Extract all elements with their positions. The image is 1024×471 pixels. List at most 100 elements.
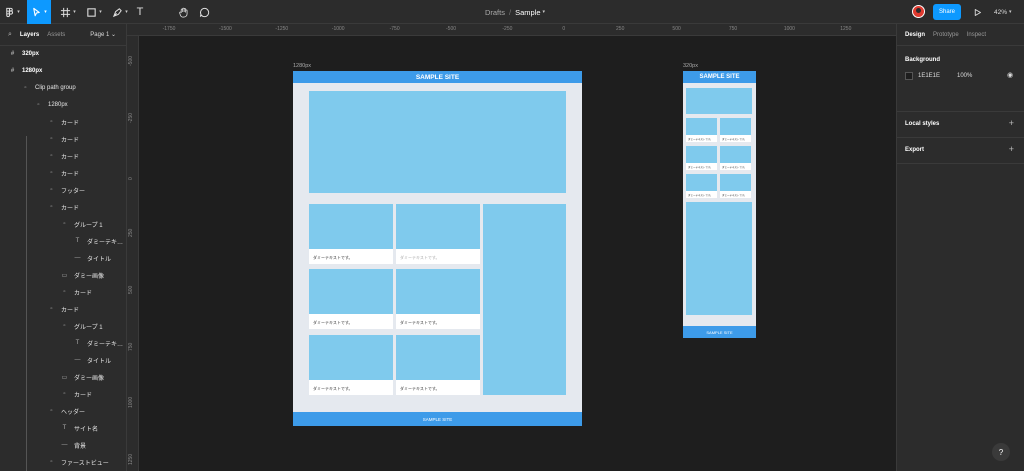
layer-label: カード xyxy=(61,154,80,161)
help-button[interactable]: ? xyxy=(992,443,1010,461)
eye-icon[interactable]: ◉ xyxy=(1007,71,1013,79)
sidebar-block[interactable] xyxy=(686,202,752,315)
card[interactable]: ダミーテキストです。 xyxy=(720,118,751,142)
layer-row[interactable]: ▭ ダミー画像 xyxy=(60,267,104,283)
site-footer[interactable]: SAMPLE SITE xyxy=(683,326,756,338)
group-icon: ▫ xyxy=(50,187,53,193)
ruler-tick-label: 500 xyxy=(672,26,681,32)
layer-row[interactable]: ▫ カード xyxy=(47,301,79,317)
pen-tool-button[interactable]: ▾ xyxy=(108,0,132,24)
group-icon: ▫ xyxy=(63,289,66,295)
layer-row[interactable]: #320px xyxy=(8,46,39,62)
breadcrumb-drafts[interactable]: Drafts xyxy=(485,8,505,17)
tab-layers[interactable]: Layers xyxy=(20,32,39,38)
sidebar-block[interactable] xyxy=(483,204,566,395)
frame-tool-button[interactable]: ▾ xyxy=(56,0,80,24)
frame-icon: # xyxy=(10,68,15,74)
layer-label: グループ 1 xyxy=(74,324,103,331)
site-footer[interactable]: SAMPLE SITE xyxy=(293,412,582,426)
card[interactable]: ダミーテキストです。 xyxy=(309,335,393,395)
chevron-down-icon: ▾ xyxy=(125,9,128,15)
layer-row[interactable]: ▫ カード xyxy=(47,148,79,164)
layer-row[interactable]: T ダミーテキ… xyxy=(73,335,123,351)
layer-label: ダミーテキ… xyxy=(87,239,124,246)
layer-row[interactable]: ▫ グループ 1 xyxy=(60,216,102,232)
file-name[interactable]: Sample xyxy=(515,8,540,17)
background-opacity-field[interactable]: 100% xyxy=(957,73,972,79)
background-hex-field[interactable]: 1E1E1E xyxy=(918,73,940,79)
card[interactable]: ダミーテキストです。 xyxy=(686,118,717,142)
card[interactable]: ダミーテキストです。 xyxy=(720,174,751,198)
tab-assets[interactable]: Assets xyxy=(47,32,65,38)
search-icon[interactable]: ⌕ xyxy=(8,31,12,39)
first-view-image[interactable] xyxy=(686,88,752,114)
layer-row[interactable]: ▫ カード xyxy=(47,199,79,215)
dummy-image xyxy=(720,174,751,191)
move-tool-button[interactable]: ▾ xyxy=(27,0,51,24)
page-selector[interactable]: Page 1 ⌄ xyxy=(90,31,116,38)
ruler-tick-label: -500 xyxy=(128,55,134,66)
site-header[interactable]: SAMPLE SITE xyxy=(293,71,582,83)
chevron-down-icon[interactable]: ▾ xyxy=(543,9,546,15)
hand-tool-button[interactable] xyxy=(176,0,190,24)
card[interactable]: ダミーテキストです。 xyxy=(396,269,480,329)
background-swatch[interactable] xyxy=(905,72,913,80)
frame-icon xyxy=(61,7,71,17)
layer-row[interactable]: ▫ カード xyxy=(47,114,79,130)
user-avatar[interactable] xyxy=(912,5,925,18)
layer-row[interactable]: ▫ カード xyxy=(60,284,92,300)
frame-320[interactable]: SAMPLE SITE ダミーテキストです。 ダミーテキストです。 ダミーテキス… xyxy=(683,71,756,338)
text-tool-button[interactable]: T xyxy=(133,0,147,24)
tab-prototype[interactable]: Prototype xyxy=(933,32,959,38)
card-text: ダミーテキストです。 xyxy=(313,386,353,391)
plus-icon[interactable]: + xyxy=(1009,144,1014,154)
frame-1280-label[interactable]: 1280px xyxy=(293,63,311,69)
layer-row[interactable]: — 背景 xyxy=(60,437,87,453)
site-header[interactable]: SAMPLE SITE xyxy=(683,71,756,83)
card[interactable]: ダミーテキストです。 xyxy=(396,335,480,395)
plus-icon[interactable]: + xyxy=(1009,118,1014,128)
layer-row[interactable]: ▫ カード xyxy=(60,386,92,402)
card[interactable]: ダミーテキストです。 xyxy=(720,146,751,170)
layer-row[interactable]: ▫ グループ 1 xyxy=(60,318,103,334)
card-text: ダミーテキストです。 xyxy=(722,166,747,169)
layer-row[interactable]: T ダミーテキ… xyxy=(73,233,123,249)
layer-row[interactable]: ▫ カード xyxy=(47,165,79,181)
main-menu-button[interactable]: ▾ xyxy=(0,0,24,24)
card[interactable]: ダミーテキストです。 xyxy=(309,269,393,329)
file-breadcrumb[interactable]: Drafts / Sample ▾ xyxy=(470,0,560,24)
card[interactable]: ダミーテキストです。 xyxy=(309,204,393,264)
tab-design[interactable]: Design xyxy=(905,32,925,38)
card[interactable]: ダミーテキストです。 xyxy=(686,146,717,170)
group-icon: ▫ xyxy=(50,306,53,312)
zoom-menu[interactable]: 42% ▾ xyxy=(994,0,1022,24)
layer-row[interactable]: ▫ Clip path group xyxy=(21,80,75,96)
layer-row[interactable]: T サイト名 xyxy=(60,420,98,436)
card[interactable]: ダミーテキストです。 xyxy=(396,204,480,264)
layer-row[interactable]: — タイトル xyxy=(73,250,112,266)
card[interactable]: ダミーテキストです。 xyxy=(686,174,717,198)
layer-row[interactable]: — タイトル xyxy=(73,352,112,368)
ruler-tick-label: -1750 xyxy=(162,26,176,32)
share-button[interactable]: Share xyxy=(933,4,961,20)
layer-label: ダミーテキ… xyxy=(87,341,124,348)
dummy-image xyxy=(309,335,393,380)
card-text: ダミーテキストです。 xyxy=(722,194,747,197)
line-icon: — xyxy=(61,442,68,448)
dummy-image xyxy=(396,335,480,380)
layer-label: ファーストビュー xyxy=(61,460,109,467)
layer-row[interactable]: #1280px xyxy=(8,63,43,79)
layer-row[interactable]: ▫ ヘッダー xyxy=(47,403,85,419)
frame-320-label[interactable]: 320px xyxy=(683,63,698,69)
present-button[interactable] xyxy=(970,0,984,24)
first-view-image[interactable] xyxy=(309,91,566,193)
layer-row[interactable]: ▫ 1280px xyxy=(34,97,67,113)
shape-tool-button[interactable]: ▾ xyxy=(82,0,106,24)
tab-inspect[interactable]: Inspect xyxy=(967,32,986,38)
layer-row[interactable]: ▫ フッター xyxy=(47,182,85,198)
layer-row[interactable]: ▫ カード xyxy=(47,131,79,147)
comment-tool-button[interactable] xyxy=(197,0,211,24)
layer-row[interactable]: ▭ ダミー画像 xyxy=(60,369,104,385)
frame-1280[interactable]: SAMPLE SITE ダミーテキストです。 ダミーテキストです。 ダミーテキス… xyxy=(293,71,582,426)
layer-row[interactable]: ▫ ファーストビュー xyxy=(47,454,109,470)
